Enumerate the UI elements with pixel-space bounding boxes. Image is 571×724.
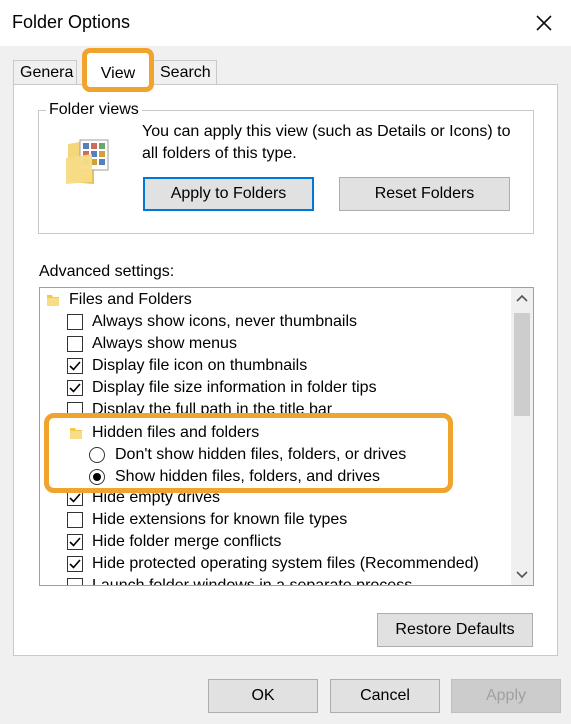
check-icon: [69, 537, 81, 547]
radio-dot: [93, 473, 101, 481]
check-icon: [69, 493, 81, 503]
tab-general[interactable]: Genera: [13, 60, 77, 84]
folder-views-description: You can apply this view (such as Details…: [142, 123, 511, 162]
scroll-thumb[interactable]: [514, 313, 530, 416]
folder-views-label: Folder views: [46, 101, 142, 119]
list-item-label: Hide protected operating system files (R…: [92, 555, 479, 572]
folder-views-icon: [66, 139, 109, 184]
list-item-label: Hide extensions for known file types: [92, 511, 348, 528]
folder-icon: [70, 428, 82, 439]
list-item-label: Show hidden files, folders, and drives: [115, 468, 381, 485]
window-title: Folder Options: [12, 12, 131, 32]
list-item-label: Display file icon on thumbnails: [92, 357, 308, 374]
folder-icon: [47, 295, 59, 306]
apply-to-folders-button[interactable]: Apply to Folders: [143, 177, 314, 211]
list-item-label: Don't show hidden files, folders, or dri…: [115, 446, 407, 463]
checkbox[interactable]: [67, 358, 83, 374]
checkbox[interactable]: [67, 512, 83, 528]
hidden-files-highlight: Hidden files and folders Don't show hidd…: [44, 413, 453, 493]
list-item-label: Hidden files and folders: [92, 424, 260, 441]
chevron-down-icon: [516, 571, 528, 579]
list-item-label: Launch folder windows in a separate proc…: [92, 577, 413, 586]
scroll-down-button[interactable]: [511, 563, 533, 585]
radio-button[interactable]: [89, 469, 105, 485]
list-item-label: Always show icons, never thumbnails: [92, 313, 358, 330]
chevron-up-icon: [516, 294, 528, 302]
close-icon: [536, 15, 552, 31]
ok-button[interactable]: OK: [208, 679, 318, 713]
advanced-settings-label: Advanced settings:: [39, 263, 175, 280]
list-item-label: Always show menus: [92, 335, 237, 352]
close-button[interactable]: [529, 8, 559, 38]
checkbox[interactable]: [67, 534, 83, 550]
tab-search[interactable]: Search: [153, 60, 217, 84]
list-item-label: Hide folder merge conflicts: [92, 533, 282, 550]
cancel-button[interactable]: Cancel: [330, 679, 440, 713]
list-item-label: Files and Folders: [69, 291, 192, 308]
apply-button[interactable]: Apply: [451, 679, 561, 713]
radio-button[interactable]: [89, 447, 105, 463]
list-item-label: Display file size information in folder …: [92, 379, 377, 396]
restore-defaults-button[interactable]: Restore Defaults: [377, 613, 533, 647]
vertical-scrollbar[interactable]: [511, 288, 533, 585]
check-icon: [69, 361, 81, 371]
tab-view[interactable]: View: [82, 48, 154, 92]
checkbox[interactable]: [67, 556, 83, 572]
checkbox[interactable]: [67, 578, 83, 585]
check-icon: [69, 559, 81, 569]
checkbox[interactable]: [67, 336, 83, 352]
scroll-up-button[interactable]: [511, 288, 533, 310]
checkbox[interactable]: [67, 380, 83, 396]
check-icon: [69, 383, 81, 393]
checkbox[interactable]: [67, 314, 83, 330]
reset-folders-button[interactable]: Reset Folders: [339, 177, 510, 211]
title-bar: Folder Options: [0, 0, 571, 46]
